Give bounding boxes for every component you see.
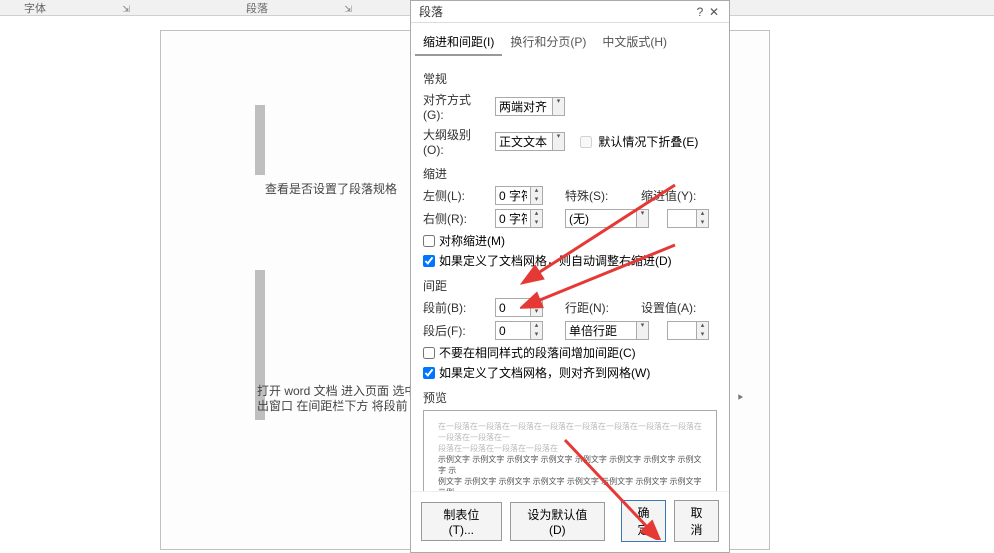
section-indent-heading: 缩进 [423, 165, 717, 182]
help-icon[interactable]: ? [693, 5, 707, 19]
preview-box: 在一段落在一段落在一段落在一段落在一段落在一段落在一段落在一段落在一段落在一段落… [423, 410, 717, 491]
space-after-input[interactable] [495, 321, 531, 340]
tab-indent-spacing[interactable]: 缩进和间距(I) [415, 29, 502, 56]
preview-line: 段落在一段落在一段落在一段落在 [438, 443, 702, 454]
spinner-down-icon[interactable]: ▾ [697, 331, 708, 340]
spinner-down-icon[interactable]: ▾ [531, 308, 542, 317]
alignment-label: 对齐方式(G): [423, 91, 489, 122]
chevron-down-icon[interactable]: ▾ [637, 210, 648, 227]
auto-adjust-indent-label: 如果定义了文档网格，则自动调整右缩进(D) [439, 252, 672, 269]
spinner-down-icon[interactable]: ▾ [697, 219, 708, 228]
dialog-button-row: 制表位(T)... 设为默认值(D) 确定 取消 [411, 491, 729, 552]
collapsed-label: 默认情况下折叠(E) [598, 133, 698, 150]
spacing-at-input[interactable] [667, 321, 697, 340]
collapsed-checkbox[interactable] [580, 136, 592, 148]
special-label: 特殊(S): [565, 187, 617, 204]
close-icon[interactable]: ✕ [707, 5, 721, 19]
no-space-same-style-label: 不要在相同样式的段落间增加间距(C) [439, 344, 636, 361]
tab-asian-typography[interactable]: 中文版式(H) [594, 29, 675, 56]
snap-grid-label: 如果定义了文档网格，则对齐到网格(W) [439, 364, 650, 381]
space-before-label: 段前(B): [423, 299, 489, 316]
spinner-down-icon[interactable]: ▾ [531, 196, 542, 205]
ribbon-group-paragraph: 段落 ⇲ [240, 0, 358, 16]
indent-right-input[interactable] [495, 209, 531, 228]
spacing-at-label: 设置值(A): [641, 299, 697, 316]
outline-select[interactable] [495, 132, 553, 151]
doc-text-line: 出窗口 在间距栏下方 将段前 [257, 397, 408, 414]
mirror-indent-checkbox[interactable] [423, 235, 435, 247]
space-after-label: 段后(F): [423, 322, 489, 339]
indent-by-input[interactable] [667, 209, 697, 228]
dialog-launcher-icon[interactable]: ⇲ [122, 4, 130, 14]
spinner-down-icon[interactable]: ▾ [531, 219, 542, 228]
dialog-title-text: 段落 [419, 3, 443, 20]
no-space-same-style-checkbox[interactable] [423, 347, 435, 359]
scrollbar-marker-icon[interactable]: ⯈ [736, 393, 744, 404]
spinner-up-icon[interactable]: ▴ [531, 210, 542, 219]
indent-left-input[interactable] [495, 186, 531, 205]
dialog-titlebar: 段落 ? ✕ [411, 1, 729, 23]
section-preview-heading: 预览 [423, 389, 717, 406]
section-general-heading: 常规 [423, 70, 717, 87]
doc-text-line: 查看是否设置了段落规格 [265, 180, 397, 197]
ribbon-group-font: 字体 ⇲ [18, 0, 136, 16]
preview-line: 例文字 示例文字 示例文字 示例文字 示例文字 示例文字 示例文字 示例文字 示… [438, 476, 702, 491]
spinner-up-icon[interactable]: ▴ [531, 299, 542, 308]
line-spacing-label: 行距(N): [565, 299, 617, 316]
spinner-up-icon[interactable]: ▴ [531, 187, 542, 196]
section-spacing-heading: 间距 [423, 277, 717, 294]
alignment-select[interactable] [495, 97, 553, 116]
spinner-up-icon[interactable]: ▴ [697, 210, 708, 219]
line-spacing-select[interactable] [565, 321, 637, 340]
chevron-down-icon[interactable]: ▾ [553, 133, 564, 150]
set-default-button[interactable]: 设为默认值(D) [510, 502, 605, 541]
auto-adjust-indent-checkbox[interactable] [423, 255, 435, 267]
paragraph-dialog: 段落 ? ✕ 缩进和间距(I) 换行和分页(P) 中文版式(H) 常规 对齐方式… [410, 0, 730, 553]
outline-label: 大纲级别(O): [423, 126, 489, 157]
space-before-input[interactable] [495, 298, 531, 317]
cancel-button[interactable]: 取消 [674, 500, 719, 542]
dialog-tabs: 缩进和间距(I) 换行和分页(P) 中文版式(H) [411, 23, 729, 56]
chevron-down-icon[interactable]: ▾ [637, 322, 648, 339]
spinner-up-icon[interactable]: ▴ [697, 322, 708, 331]
snap-grid-checkbox[interactable] [423, 367, 435, 379]
tab-line-page-breaks[interactable]: 换行和分页(P) [502, 29, 594, 56]
indent-right-label: 右侧(R): [423, 210, 489, 227]
tabs-button[interactable]: 制表位(T)... [421, 502, 502, 541]
dialog-launcher-icon[interactable]: ⇲ [344, 4, 352, 14]
indent-left-label: 左侧(L): [423, 187, 489, 204]
indent-by-label: 缩进值(Y): [641, 187, 697, 204]
preview-line: 在一段落在一段落在一段落在一段落在一段落在一段落在一段落在一段落在一段落在一段落… [438, 421, 702, 443]
mirror-indent-label: 对称缩进(M) [439, 232, 505, 249]
selection-highlight [255, 105, 265, 175]
spinner-down-icon[interactable]: ▾ [531, 331, 542, 340]
dialog-body: 常规 对齐方式(G): ▾ 大纲级别(O): ▾ 默认情况下折叠(E) 缩进 左… [411, 56, 729, 491]
preview-line: 示例文字 示例文字 示例文字 示例文字 示例文字 示例文字 示例文字 示例文字 … [438, 454, 702, 476]
ribbon-group-font-label: 字体 [24, 0, 46, 16]
ribbon-group-para-label: 段落 [246, 0, 268, 16]
chevron-down-icon[interactable]: ▾ [553, 98, 564, 115]
ok-button[interactable]: 确定 [621, 500, 666, 542]
special-select[interactable] [565, 209, 637, 228]
spinner-up-icon[interactable]: ▴ [531, 322, 542, 331]
